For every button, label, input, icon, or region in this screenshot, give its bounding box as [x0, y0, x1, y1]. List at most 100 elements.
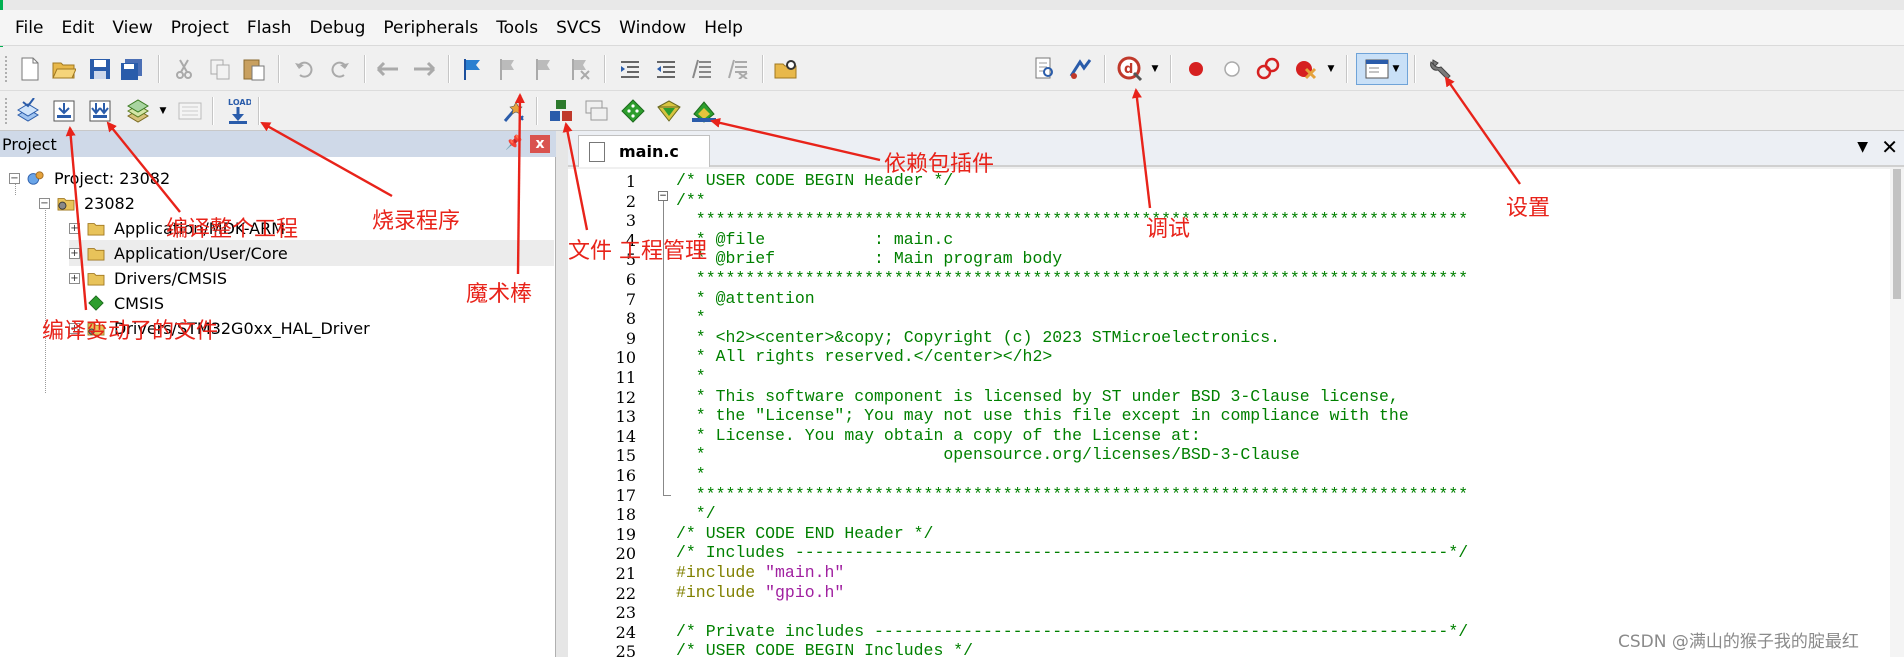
code-line[interactable]: * @attention: [676, 289, 815, 308]
manage-run-time-environment-icon[interactable]: [619, 97, 647, 125]
close-icon[interactable]: ✕: [1881, 135, 1898, 159]
undo-icon[interactable]: [290, 55, 318, 83]
menu-help[interactable]: Help: [695, 12, 752, 44]
tree-node-group[interactable]: + Drivers/CMSIS: [69, 265, 227, 291]
uncomment-icon[interactable]: [724, 55, 752, 83]
expand-icon[interactable]: +: [69, 222, 80, 234]
navigate-back-icon[interactable]: [374, 55, 402, 83]
menu-tools[interactable]: Tools: [487, 12, 547, 44]
expand-icon[interactable]: +: [69, 247, 80, 259]
breakpoint-icon[interactable]: [1182, 55, 1210, 83]
open-folder-icon[interactable]: [50, 55, 78, 83]
code-line[interactable]: * @brief : Main program body: [676, 249, 1062, 268]
code-line[interactable]: *: [676, 465, 706, 484]
new-file-icon[interactable]: [16, 55, 44, 83]
tabs-dropdown-icon[interactable]: ▼: [1857, 139, 1868, 155]
find-in-files-icon[interactable]: [772, 55, 800, 83]
debug-dropdown-arrow[interactable]: ▼: [1150, 55, 1160, 83]
translate-icon[interactable]: [14, 97, 42, 125]
code-line[interactable]: ****************************************…: [676, 269, 1468, 288]
menu-edit[interactable]: Edit: [52, 12, 103, 44]
close-pane-button[interactable]: x: [530, 135, 550, 153]
menu-file[interactable]: File: [6, 12, 52, 44]
paste-icon[interactable]: [240, 55, 268, 83]
code-line[interactable]: * This software component is licensed by…: [676, 387, 1399, 406]
toolbar-grip[interactable]: [4, 97, 8, 125]
incremental-find-icon[interactable]: [1030, 55, 1058, 83]
batch-build-icon[interactable]: [124, 97, 152, 125]
toolbar-grip[interactable]: [4, 55, 8, 83]
code-line[interactable]: * All rights reserved.</center></h2>: [676, 347, 1052, 366]
download-load-icon[interactable]: LOAD: [224, 96, 252, 126]
browse-symbols-icon[interactable]: [1066, 55, 1094, 83]
scrollbar-thumb[interactable]: [1893, 169, 1901, 299]
unindent-icon[interactable]: [652, 55, 680, 83]
code-line[interactable]: ****************************************…: [676, 210, 1468, 229]
collapse-icon[interactable]: −: [9, 172, 20, 184]
expand-icon[interactable]: +: [69, 272, 80, 284]
code-line[interactable]: * <h2><center>&copy; Copyright (c) 2023 …: [676, 328, 1280, 347]
configure-wrench-icon[interactable]: [1426, 55, 1454, 83]
code-line[interactable]: ****************************************…: [676, 485, 1468, 504]
code-line[interactable]: *: [676, 367, 706, 386]
select-software-packs-icon[interactable]: [655, 97, 683, 125]
bookmark-next-icon[interactable]: [530, 55, 558, 83]
menu-flash[interactable]: Flash: [238, 12, 301, 44]
indent-icon[interactable]: [616, 55, 644, 83]
navigate-forward-icon[interactable]: [410, 55, 438, 83]
cut-icon[interactable]: [170, 55, 198, 83]
code-line[interactable]: * @file : main.c: [676, 230, 953, 249]
layout-dropdown-arrow[interactable]: ▼: [1393, 64, 1400, 74]
copy-icon[interactable]: [206, 55, 234, 83]
bookmark-prev-icon[interactable]: [494, 55, 522, 83]
menu-view[interactable]: View: [103, 12, 161, 44]
kill-all-breakpoints-icon[interactable]: [1292, 55, 1320, 83]
code-line[interactable]: #include "main.h": [676, 563, 844, 582]
code-editor[interactable]: 1 2 3 4 5 6 7 8 9 10 11 12 13 14 15 16 17 18 19 20 21 22 23 24 2…: [568, 169, 1890, 657]
menu-debug[interactable]: Debug: [300, 12, 374, 44]
vertical-scrollbar[interactable]: [1890, 169, 1904, 657]
pane-splitter[interactable]: [556, 131, 568, 657]
menu-window[interactable]: Window: [610, 12, 695, 44]
comment-icon[interactable]: [688, 55, 716, 83]
code-line[interactable]: * opensource.org/licenses/BSD-3-Clause: [676, 445, 1300, 464]
rebuild-icon[interactable]: [86, 97, 114, 125]
manage-multi-project-icon[interactable]: [583, 97, 611, 125]
breakpoint-dropdown-arrow[interactable]: ▼: [1326, 55, 1336, 83]
file-extensions-icon[interactable]: [547, 97, 575, 125]
bookmark-clear-icon[interactable]: [566, 55, 594, 83]
code-line[interactable]: */: [676, 504, 716, 523]
menu-peripherals[interactable]: Peripherals: [374, 12, 487, 44]
disable-all-breakpoints-icon[interactable]: [1254, 55, 1282, 83]
code-line[interactable]: /* USER CODE BEGIN Includes */: [676, 641, 973, 657]
redo-icon[interactable]: [326, 55, 354, 83]
window-layout-button[interactable]: ▼: [1356, 53, 1408, 85]
code-line[interactable]: *: [676, 308, 706, 327]
code-line[interactable]: /* Private includes --------------------…: [676, 622, 1468, 641]
tree-node-target[interactable]: − 23082: [39, 190, 135, 216]
options-for-target-icon[interactable]: [500, 97, 528, 125]
breakpoint-disabled-icon[interactable]: [1218, 55, 1246, 83]
tab-main-c[interactable]: main.c: [578, 135, 710, 167]
tree-node-project[interactable]: − Project: 23082: [9, 165, 170, 191]
start-debug-icon[interactable]: d: [1116, 55, 1144, 83]
menu-project[interactable]: Project: [162, 12, 238, 44]
code-line[interactable]: /* USER CODE END Header */: [676, 524, 933, 543]
collapse-icon[interactable]: −: [39, 197, 50, 209]
code-line[interactable]: * License. You may obtain a copy of the …: [676, 426, 1201, 445]
menu-svcs[interactable]: SVCS: [547, 12, 610, 44]
pin-icon[interactable]: 📌: [505, 135, 522, 151]
code-line[interactable]: /* Includes ----------------------------…: [676, 543, 1468, 562]
pack-installer-icon[interactable]: [690, 97, 718, 125]
save-icon[interactable]: [86, 55, 114, 83]
save-all-icon[interactable]: [118, 55, 146, 83]
batch-build-dropdown-arrow[interactable]: ▼: [158, 97, 168, 125]
stop-build-icon[interactable]: [176, 97, 204, 125]
fold-toggle-icon[interactable]: −: [658, 191, 668, 201]
code-line[interactable]: #include "gpio.h": [676, 583, 844, 602]
bookmark-icon[interactable]: [458, 55, 486, 83]
code-line[interactable]: /**: [676, 191, 706, 210]
tree-node-group-selected[interactable]: + Application/User/Core: [69, 240, 554, 266]
build-icon[interactable]: [50, 97, 78, 125]
code-line[interactable]: * the "License"; You may not use this fi…: [676, 406, 1409, 425]
